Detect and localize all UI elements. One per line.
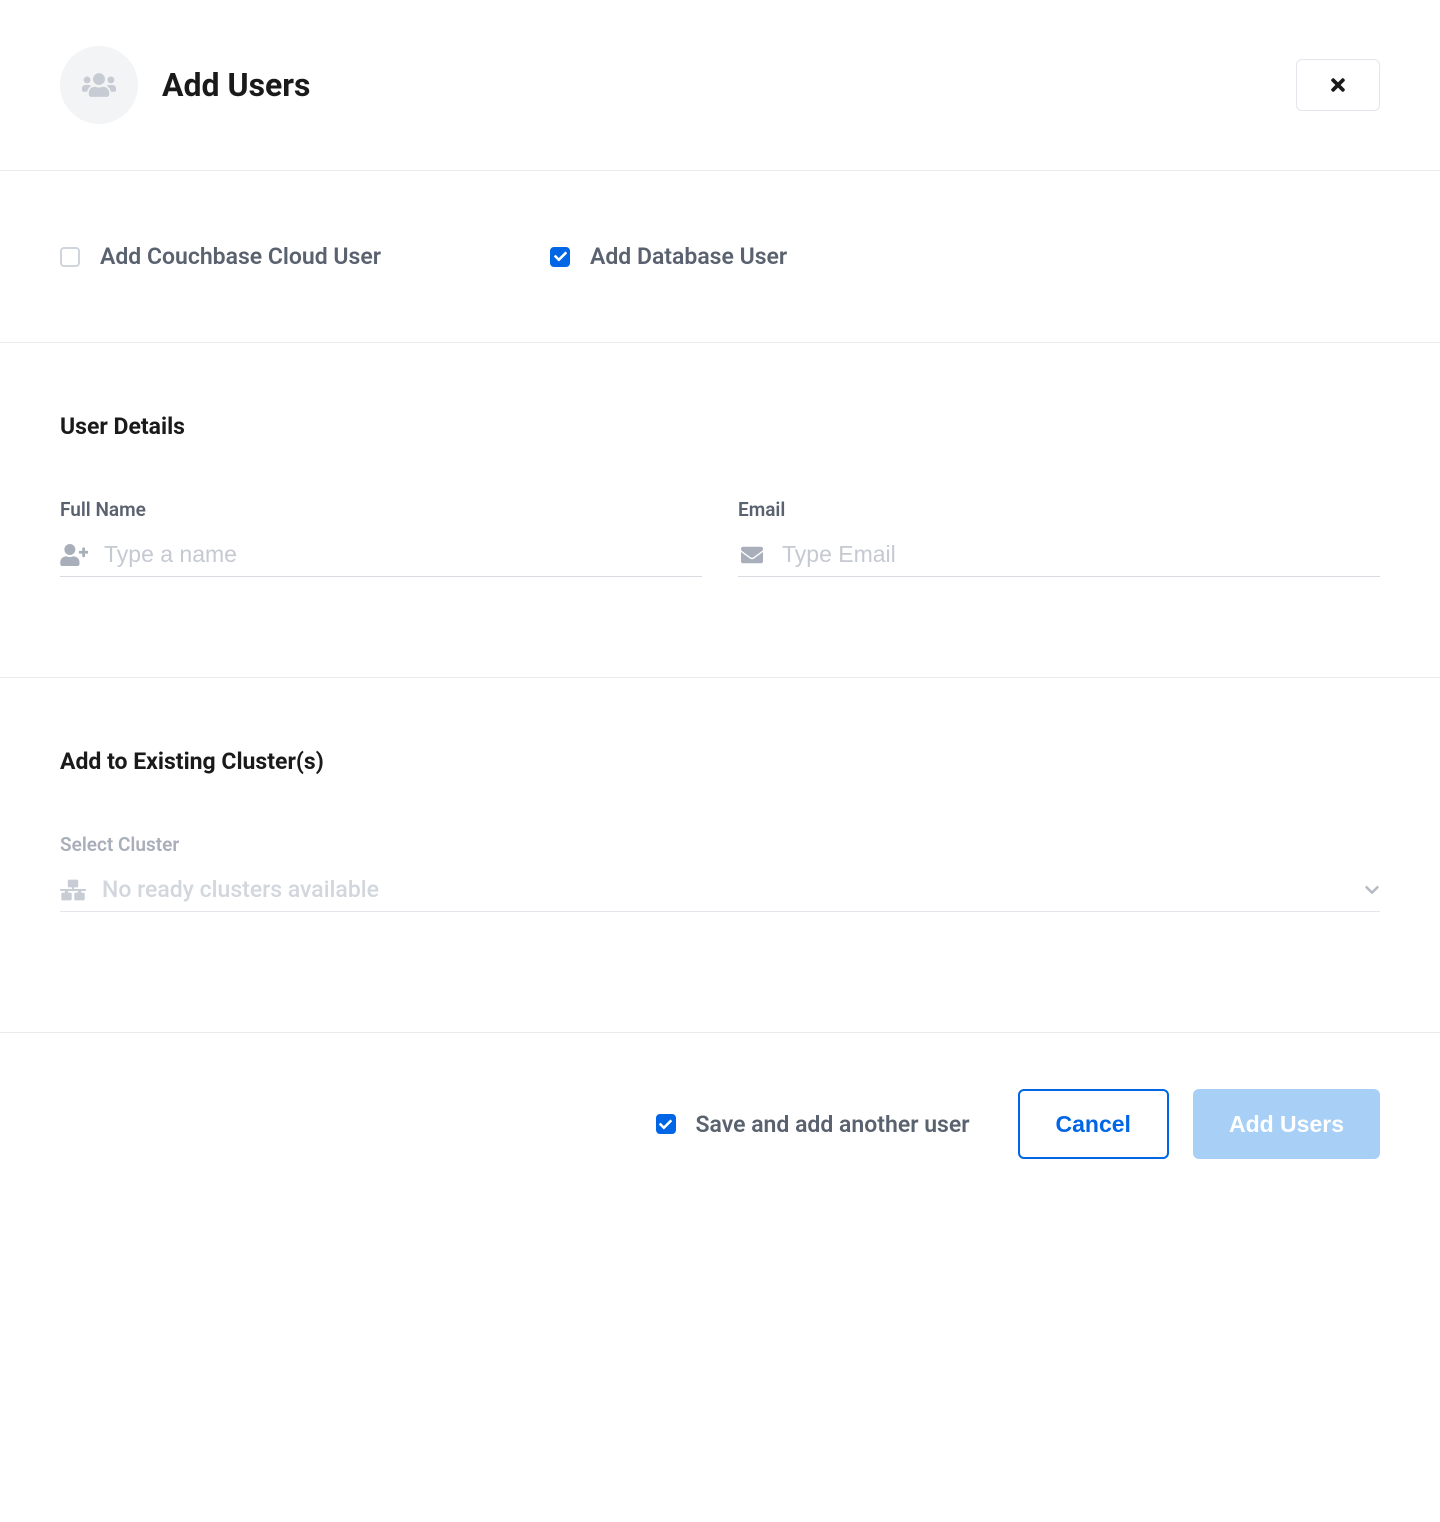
fullname-field-wrapper: Full Name [60, 498, 702, 577]
user-type-section: Add Couchbase Cloud User Add Database Us… [0, 171, 1440, 342]
select-cluster-label: Select Cluster [60, 833, 1380, 856]
chevron-down-icon [1364, 882, 1380, 898]
add-users-modal: Add Users Add Couchbase Cloud User Add D… [0, 0, 1440, 1215]
cancel-button[interactable]: Cancel [1018, 1089, 1169, 1159]
cloud-user-option[interactable]: Add Couchbase Cloud User [60, 243, 550, 270]
email-label: Email [738, 498, 1380, 521]
cloud-user-checkbox[interactable] [60, 247, 80, 267]
modal-footer: Save and add another user Cancel Add Use… [0, 1033, 1440, 1215]
fullname-input[interactable] [104, 541, 702, 568]
cluster-select[interactable]: No ready clusters available [60, 876, 1380, 912]
email-input-wrapper [738, 541, 1380, 577]
users-icon [82, 68, 116, 102]
database-user-label: Add Database User [590, 243, 787, 270]
check-icon [659, 1118, 672, 1131]
fullname-input-wrapper [60, 541, 702, 577]
user-details-heading: User Details [60, 413, 1380, 440]
cluster-section: Add to Existing Cluster(s) Select Cluste… [0, 678, 1440, 1032]
close-button[interactable] [1296, 59, 1380, 111]
email-field-wrapper: Email [738, 498, 1380, 577]
add-users-button[interactable]: Add Users [1193, 1089, 1380, 1159]
database-user-option[interactable]: Add Database User [550, 243, 1040, 270]
user-plus-icon [60, 544, 88, 566]
modal-title: Add Users [162, 66, 310, 104]
database-user-checkbox[interactable] [550, 247, 570, 267]
field-row: Full Name Email [60, 498, 1380, 577]
cloud-user-label: Add Couchbase Cloud User [100, 243, 381, 270]
header-left: Add Users [60, 46, 310, 124]
fullname-label: Full Name [60, 498, 702, 521]
user-details-section: User Details Full Name Email [0, 343, 1440, 677]
cluster-select-placeholder: No ready clusters available [102, 876, 1348, 903]
close-icon [1328, 75, 1348, 95]
envelope-icon [738, 544, 766, 566]
email-input[interactable] [782, 541, 1380, 568]
modal-header: Add Users [0, 0, 1440, 170]
save-another-checkbox[interactable] [656, 1114, 676, 1134]
users-icon-circle [60, 46, 138, 124]
save-another-option[interactable]: Save and add another user [656, 1111, 970, 1138]
save-another-label: Save and add another user [696, 1111, 970, 1138]
network-icon [60, 879, 86, 901]
cluster-heading: Add to Existing Cluster(s) [60, 748, 1380, 775]
check-icon [554, 250, 567, 263]
